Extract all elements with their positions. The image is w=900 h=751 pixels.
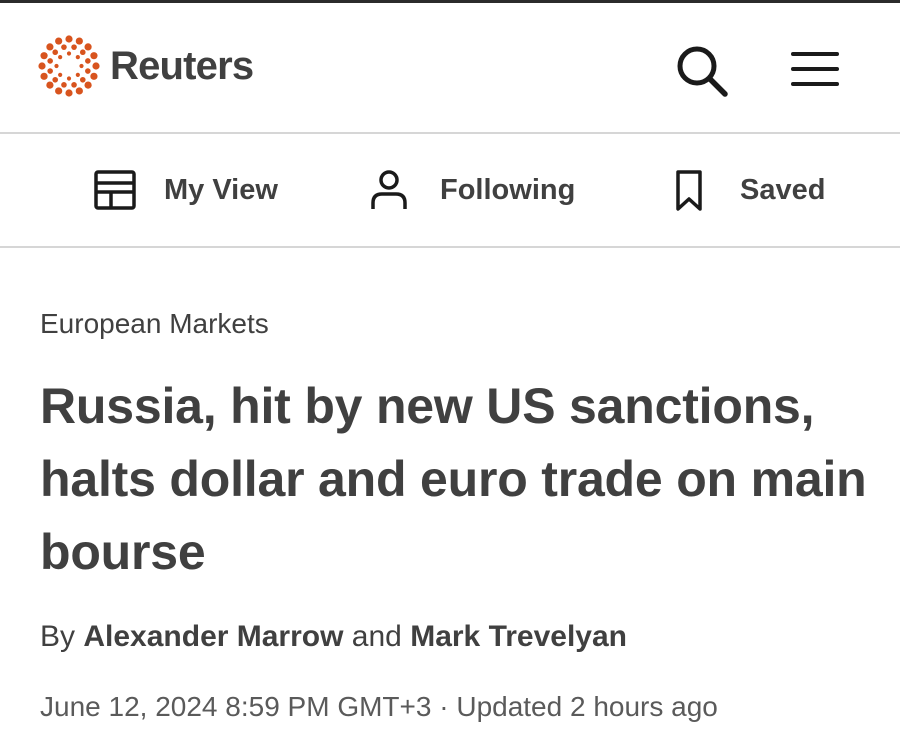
logo-dot [54, 63, 59, 69]
article-headline: Russia, hit by new US sanctions, halts d… [40, 378, 867, 580]
publish-date: June 12, 2024 8:59 PM GMT+3 [40, 691, 432, 722]
logo-dot [84, 43, 92, 51]
nav-label-saved: Saved [740, 173, 826, 206]
logo-dot [71, 44, 77, 50]
logo-dot [90, 72, 98, 80]
logo-dot [75, 55, 80, 60]
date-separator: · [439, 691, 449, 722]
nav-item-saved[interactable]: Saved [668, 134, 825, 246]
logo-dot [38, 62, 46, 70]
reuters-logo[interactable]: Reuters [36, 33, 254, 99]
search-button[interactable] [674, 43, 730, 99]
nav-item-following[interactable]: Following [368, 134, 575, 246]
bookmark-icon [676, 170, 702, 211]
updated-time: Updated 2 hours ago [456, 691, 718, 722]
logo-dot [79, 49, 86, 56]
logo-dot [79, 76, 86, 83]
logo-dot [79, 63, 84, 69]
logo-dot [61, 82, 67, 88]
menu-button[interactable] [790, 47, 840, 91]
logo-dot [47, 68, 53, 74]
logo-dot [46, 81, 54, 89]
logo-dot [90, 52, 98, 60]
layout-grid-icon [94, 170, 136, 210]
logo-dot [40, 72, 48, 80]
logo-dot [85, 68, 91, 74]
logo-dot [55, 37, 63, 45]
logo-dot [61, 44, 67, 50]
byline-prefix: By [40, 620, 76, 653]
logo-dot [40, 52, 48, 60]
hamburger-menu-icon [791, 52, 839, 86]
site-header: Reuters [0, 3, 900, 133]
article-byline: By Alexander Marrow and Mark Trevelyan [40, 620, 627, 654]
article-dateline: June 12, 2024 8:59 PM GMT+3 · Updated 2 … [40, 691, 718, 723]
logo-dot [92, 62, 100, 70]
author-link-2[interactable]: Mark Trevelyan [410, 620, 627, 653]
logo-dot [75, 72, 80, 77]
logo-dot [85, 58, 91, 64]
nav-item-my-view[interactable]: My View [94, 134, 278, 246]
user-nav: My View Following Saved [0, 134, 900, 246]
nav-divider [0, 246, 900, 248]
logo-dot [47, 58, 53, 64]
nav-label-my-view: My View [164, 173, 278, 206]
logo-dot [52, 76, 59, 83]
search-icon [677, 46, 728, 97]
logo-dot [71, 82, 77, 88]
nav-label-following: Following [440, 173, 576, 206]
logo-dot [75, 87, 83, 95]
reuters-dots-logo-icon [38, 35, 100, 97]
brand-name: Reuters [110, 44, 254, 88]
logo-dot [66, 76, 72, 81]
logo-dot [65, 35, 73, 43]
logo-dot [58, 55, 63, 60]
author-link-1[interactable]: Alexander Marrow [83, 620, 343, 653]
logo-dot [75, 37, 83, 45]
byline-connector: and [351, 620, 402, 653]
article-category-link[interactable]: European Markets [40, 308, 269, 340]
logo-dot [84, 81, 92, 89]
logo-dot [46, 43, 54, 51]
logo-dot [58, 72, 63, 77]
logo-dot [66, 51, 72, 56]
person-icon [371, 170, 407, 209]
logo-dot [55, 87, 63, 95]
logo-dot [65, 89, 73, 97]
logo-dot [52, 49, 59, 56]
